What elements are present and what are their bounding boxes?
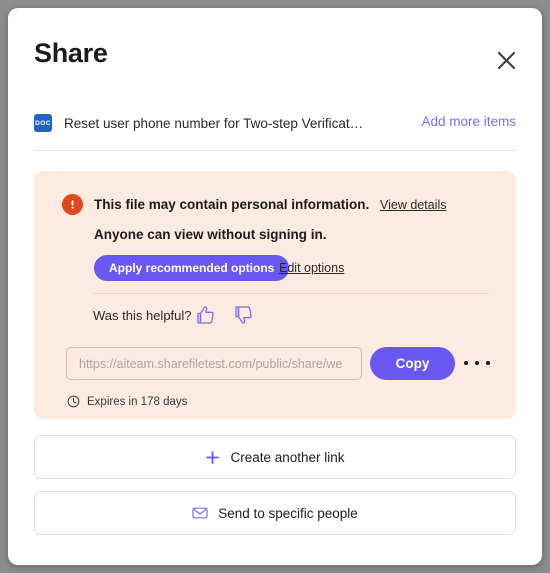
alert-exclamation-icon [62, 194, 83, 215]
warning-headline: This file may contain personal informati… [94, 197, 370, 212]
create-another-link-button[interactable]: Create another link [34, 435, 516, 479]
personal-info-warning-panel: This file may contain personal informati… [34, 171, 516, 419]
more-dot [475, 361, 479, 365]
add-more-items-link[interactable]: Add more items [421, 114, 516, 129]
expiry-info: Expires in 178 days [67, 395, 187, 408]
create-another-link-label: Create another link [230, 449, 345, 465]
more-options-icon[interactable] [464, 354, 490, 372]
apply-recommended-options-button[interactable]: Apply recommended options [94, 255, 290, 281]
warning-subline: Anyone can view without signing in. [94, 227, 327, 242]
more-dot [464, 361, 468, 365]
edit-options-link[interactable]: Edit options [279, 261, 344, 275]
shared-item-row: DOC Reset user phone number for Two-step… [34, 104, 516, 142]
share-link-input[interactable] [66, 347, 362, 380]
send-to-specific-people-label: Send to specific people [218, 505, 358, 521]
plus-icon [205, 450, 220, 465]
feedback-prompt-label: Was this helpful? [93, 308, 192, 323]
copy-link-button[interactable]: Copy [370, 347, 455, 380]
shared-item-name: Reset user phone number for Two-step Ver… [64, 115, 364, 131]
panel-separator [93, 293, 489, 294]
clock-icon [67, 395, 80, 408]
thumbs-up-icon[interactable] [194, 304, 216, 326]
envelope-icon [192, 506, 208, 520]
close-icon[interactable] [492, 46, 520, 74]
thumbs-down-icon[interactable] [232, 304, 254, 326]
modal-header: Share [8, 8, 542, 94]
header-divider [34, 150, 516, 151]
page-title: Share [34, 38, 108, 68]
more-dot [486, 361, 490, 365]
expiry-text: Expires in 178 days [87, 395, 188, 408]
doc-file-icon: DOC [34, 114, 52, 132]
share-modal: Share DOC Reset user phone number for Tw… [8, 8, 542, 565]
view-details-link[interactable]: View details [380, 198, 446, 212]
send-to-specific-people-button[interactable]: Send to specific people [34, 491, 516, 535]
